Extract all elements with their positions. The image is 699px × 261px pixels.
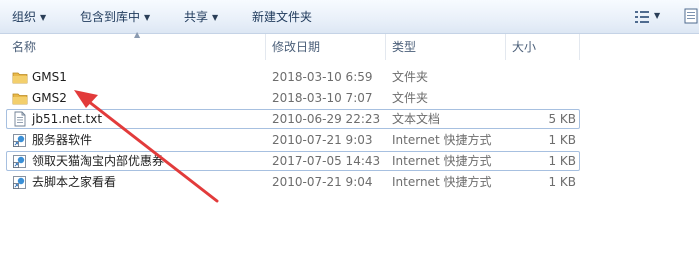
file-size [506, 88, 576, 108]
file-name: GMS2 [32, 91, 67, 105]
list-item[interactable]: GMS2 2018-03-10 7:07 文件夹 [6, 88, 580, 108]
explorer-window: 组织 ▼ 包含到库中 ▼ 共享 ▼ 新建文件夹 ▼ 名称 ▲ 修改日期 类型 大… [0, 0, 699, 261]
file-date: 2010-06-29 22:23 [272, 112, 381, 126]
file-type: Internet 快捷方式 [392, 133, 492, 147]
file-size: 1 KB [548, 154, 576, 168]
column-size-label: 大小 [512, 40, 537, 54]
include-library-label: 包含到库中 [80, 10, 141, 24]
file-date: 2017-07-05 14:43 [272, 154, 381, 168]
chevron-down-icon: ▼ [144, 13, 151, 22]
internet-shortcut-icon [13, 134, 26, 147]
column-header-row: 名称 ▲ 修改日期 类型 大小 [0, 30, 699, 60]
command-bar: 组织 ▼ 包含到库中 ▼ 共享 ▼ 新建文件夹 ▼ [0, 0, 699, 34]
file-size: 1 KB [548, 133, 576, 147]
new-folder-button[interactable]: 新建文件夹 [252, 8, 312, 26]
file-date: 2010-07-21 9:03 [272, 133, 373, 147]
folder-icon [12, 72, 28, 84]
file-date: 2010-07-21 9:04 [272, 175, 373, 189]
column-header-type[interactable]: 类型 [386, 34, 506, 60]
details-view-icon [635, 11, 649, 23]
preview-pane-icon[interactable] [684, 8, 698, 24]
file-type: Internet 快捷方式 [392, 175, 492, 189]
organize-button[interactable]: 组织 ▼ [12, 8, 46, 26]
chevron-down-icon: ▼ [654, 11, 661, 20]
share-label: 共享 [184, 10, 209, 24]
new-folder-label: 新建文件夹 [252, 10, 313, 24]
file-date: 2018-03-10 6:59 [272, 70, 373, 84]
column-name-label: 名称 [12, 40, 37, 54]
list-item[interactable]: 领取天猫淘宝内部优惠券 2017-07-05 14:43 Internet 快捷… [6, 151, 580, 171]
file-type: 文件夹 [392, 70, 429, 84]
column-header-size[interactable]: 大小 [506, 34, 580, 60]
file-type: 文件夹 [392, 91, 429, 105]
list-item[interactable]: jb51.net.txt 2010-06-29 22:23 文本文档 5 KB [6, 109, 580, 129]
file-size: 1 KB [548, 175, 576, 189]
file-name: GMS1 [32, 70, 67, 84]
column-type-label: 类型 [392, 40, 417, 54]
chevron-down-icon: ▼ [212, 13, 219, 22]
list-item[interactable]: GMS1 2018-03-10 6:59 文件夹 [6, 67, 580, 87]
folder-icon [12, 93, 28, 105]
include-in-library-button[interactable]: 包含到库中 ▼ [80, 8, 150, 26]
column-header-date[interactable]: 修改日期 [266, 34, 386, 60]
sort-ascending-icon: ▲ [134, 30, 141, 39]
column-header-name[interactable]: 名称 ▲ [6, 30, 266, 60]
change-view-button[interactable]: ▼ [632, 9, 672, 25]
internet-shortcut-icon [13, 155, 26, 168]
file-type: 文本文档 [392, 112, 441, 126]
chevron-down-icon: ▼ [40, 13, 47, 22]
file-name: jb51.net.txt [32, 112, 103, 126]
organize-label: 组织 [12, 10, 37, 24]
file-type: Internet 快捷方式 [392, 154, 492, 168]
list-item[interactable]: 去脚本之家看看 2010-07-21 9:04 Internet 快捷方式 1 … [6, 172, 580, 192]
share-button[interactable]: 共享 ▼ [184, 8, 218, 26]
text-file-icon [14, 111, 26, 127]
column-date-label: 修改日期 [272, 40, 321, 54]
file-size: 5 KB [548, 112, 576, 126]
list-item[interactable]: 服务器软件 2010-07-21 9:03 Internet 快捷方式 1 KB [6, 130, 580, 150]
internet-shortcut-icon [13, 176, 26, 189]
file-name: 服务器软件 [32, 133, 93, 147]
file-name: 领取天猫淘宝内部优惠券 [32, 154, 165, 168]
file-name: 去脚本之家看看 [32, 175, 117, 189]
file-date: 2018-03-10 7:07 [272, 91, 373, 105]
file-size [506, 67, 576, 87]
